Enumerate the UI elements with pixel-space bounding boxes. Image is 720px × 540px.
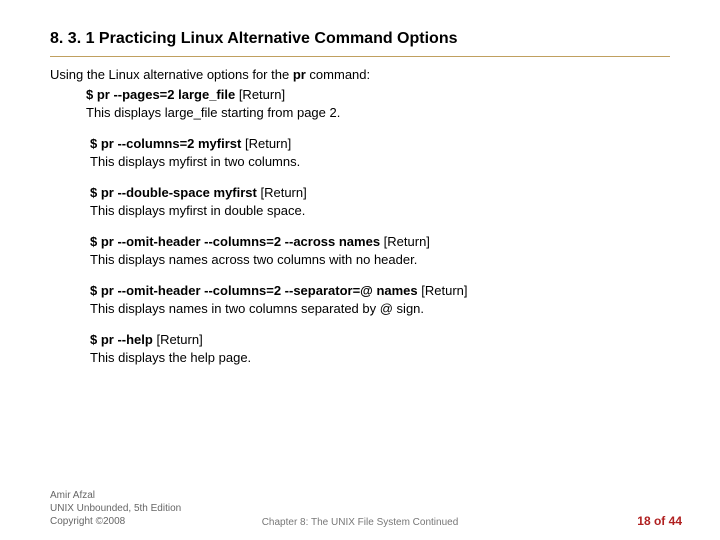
example-desc: This displays myfirst in two columns. xyxy=(90,154,300,169)
example-cmd: $ pr --pages=2 large_file xyxy=(86,87,235,102)
example-return: [Return] xyxy=(380,234,430,249)
example-cmd: $ pr --double-space myfirst xyxy=(90,185,257,200)
intro-suffix: command: xyxy=(306,67,370,82)
example-return: [Return] xyxy=(235,87,285,102)
footer-chapter: Chapter 8: The UNIX File System Continue… xyxy=(0,517,720,528)
example-desc: This displays myfirst in double space. xyxy=(90,203,305,218)
example-cmd: $ pr --omit-header --columns=2 --across … xyxy=(90,234,380,249)
example-cmd: $ pr --help xyxy=(90,332,153,347)
example-return: [Return] xyxy=(241,136,291,151)
example-block: $ pr --columns=2 myfirst [Return] This d… xyxy=(90,135,670,170)
example-desc: This displays the help page. xyxy=(90,350,251,365)
example-return: [Return] xyxy=(153,332,203,347)
example-block: $ pr --double-space myfirst [Return] Thi… xyxy=(90,184,670,219)
example-block: $ pr --help [Return] This displays the h… xyxy=(90,331,670,366)
slide-content: 8. 3. 1 Practicing Linux Alternative Com… xyxy=(0,0,720,367)
example-desc: This displays large_file starting from p… xyxy=(86,105,340,120)
intro-line: Using the Linux alternative options for … xyxy=(50,67,670,82)
intro-prefix: Using the Linux alternative options for … xyxy=(50,67,293,82)
footer-book: UNIX Unbounded, 5th Edition xyxy=(50,502,181,515)
example-cmd: $ pr --omit-header --columns=2 --separat… xyxy=(90,283,418,298)
example-cmd: $ pr --columns=2 myfirst xyxy=(90,136,241,151)
footer-author: Amir Afzal xyxy=(50,489,181,502)
footer-page: 18 of 44 xyxy=(637,514,682,528)
section-title: 8. 3. 1 Practicing Linux Alternative Com… xyxy=(50,30,670,57)
example-block: $ pr --omit-header --columns=2 --across … xyxy=(90,233,670,268)
intro-cmd: pr xyxy=(293,67,306,82)
example-block: $ pr --omit-header --columns=2 --separat… xyxy=(90,282,670,317)
example-desc: This displays names across two columns w… xyxy=(90,252,417,267)
example-block: $ pr --pages=2 large_file [Return] This … xyxy=(86,86,670,121)
example-desc: This displays names in two columns separ… xyxy=(90,301,424,316)
example-return: [Return] xyxy=(418,283,468,298)
example-return: [Return] xyxy=(257,185,307,200)
